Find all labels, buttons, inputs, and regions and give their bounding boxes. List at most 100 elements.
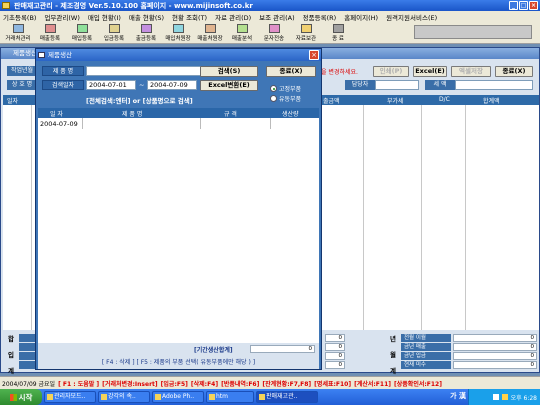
search-date-label: 검색일자 bbox=[42, 80, 84, 90]
manager-label: 담당자 bbox=[345, 80, 375, 90]
menu-status[interactable]: 현황 조회(T) bbox=[172, 12, 207, 22]
col-date: 일자 bbox=[7, 98, 19, 105]
dialog-table-body[interactable]: 2004-07-09 bbox=[38, 118, 319, 343]
taskbar-item[interactable]: Adobe Ph.. bbox=[152, 391, 204, 403]
taskbar-item[interactable]: 강각의 속.. bbox=[98, 391, 150, 403]
dialog-close-button[interactable]: 종료(X) bbox=[266, 66, 316, 77]
close-icon[interactable]: × bbox=[529, 1, 538, 10]
production-dialog: 제품생산 × 제 품 명 검색일자 2004-07-01 ~ 2004-07-0… bbox=[35, 48, 322, 370]
close-icon[interactable]: × bbox=[309, 50, 319, 60]
col-product: 제 품 명 bbox=[122, 111, 143, 118]
taskbar-item[interactable]: 관리자모드.. bbox=[44, 391, 96, 403]
date-to-input[interactable]: 2004-07-09 bbox=[147, 80, 197, 90]
excel-convert-button[interactable]: Excel변환(E) bbox=[200, 80, 258, 91]
toolbar-sms-button[interactable]: 문자전송 bbox=[258, 22, 290, 43]
period-total-value: 0 bbox=[250, 345, 315, 353]
summary-outstanding-value: 0 bbox=[453, 361, 537, 369]
ledger-icon bbox=[172, 24, 184, 33]
excel-button[interactable]: Excel(E) bbox=[413, 66, 447, 77]
summary-year-deposit-value: 0 bbox=[453, 352, 537, 360]
status-hotkey: [상품확인서:F12] bbox=[394, 380, 442, 388]
summary-year-deposit-label: 금년 입금 bbox=[401, 352, 451, 360]
summary-outstanding-label: 현재 미수 bbox=[401, 361, 451, 369]
menu-sales[interactable]: 매출 현황(S) bbox=[129, 12, 164, 22]
col-date: 일 자 bbox=[50, 111, 63, 118]
menu-aux[interactable]: 보조 관리(A) bbox=[259, 12, 295, 22]
taskbar-item[interactable]: htm bbox=[206, 391, 254, 403]
toolbar-sales-ledger-button[interactable]: 매출처원장 bbox=[194, 22, 226, 43]
col-quantity: 생산량 bbox=[282, 111, 299, 118]
radio-fixed-parts[interactable]: 고정부품 bbox=[270, 84, 301, 93]
col-total: 합계액 bbox=[483, 98, 500, 105]
maximize-button[interactable]: □ bbox=[519, 1, 528, 10]
app-title: 판매재고관리 - 제조경영 Ver.5.10.100 홈페이지 - www.mi… bbox=[14, 1, 253, 10]
search-button[interactable]: 검색(S) bbox=[200, 66, 258, 77]
menu-bar: 기초등록(B) 업무관리(W) 매입 현황(I) 매출 현황(S) 현황 조회(… bbox=[0, 11, 540, 22]
deposit-icon bbox=[108, 24, 120, 33]
status-hotkey: [명세표:F10] bbox=[314, 380, 352, 388]
clock: 오후 6:28 bbox=[510, 394, 537, 402]
withdraw-icon bbox=[140, 24, 152, 33]
menu-homepage[interactable]: 홈페이지(H) bbox=[344, 12, 378, 22]
company-name-label: 상 호 명 bbox=[7, 80, 37, 90]
col-vat: 부가세 bbox=[387, 98, 404, 105]
toolbar-sales-button[interactable]: 매출등록 bbox=[34, 22, 66, 43]
radio-checked-icon[interactable] bbox=[270, 85, 277, 92]
summary-prev-month-value: 0 bbox=[453, 334, 537, 342]
taskbar: 시작 관리자모드.. 강각의 속.. Adobe Ph.. htm 판매재고관.… bbox=[0, 389, 540, 405]
toolbar-withdraw-button[interactable]: 출금등록 bbox=[130, 22, 162, 43]
left-summary-value: 0 bbox=[325, 361, 345, 369]
toolbar-exit-button[interactable]: 종 료 bbox=[322, 22, 354, 43]
date-range-separator: ~ bbox=[139, 81, 145, 89]
col-withdraw: 출금액 bbox=[323, 98, 340, 105]
app-icon bbox=[2, 2, 10, 9]
menu-purchase[interactable]: 매입 현황(I) bbox=[88, 12, 121, 22]
toolbar-analysis-button[interactable]: 매출분석 bbox=[226, 22, 258, 43]
search-hint: [전체검색:엔터] or [상품명으로 검색] bbox=[86, 97, 193, 105]
product-name-label: 제 품 명 bbox=[42, 66, 84, 76]
toolbar-placeholder-panel bbox=[414, 25, 532, 39]
col-dc: D/C bbox=[439, 96, 450, 103]
start-button[interactable]: 시작 bbox=[0, 389, 42, 405]
windows-logo-icon bbox=[9, 393, 17, 401]
status-hotkey: [계산서:F11] bbox=[354, 380, 392, 388]
menu-basic[interactable]: 기초등록(B) bbox=[3, 12, 36, 22]
left-summary-value: 0 bbox=[325, 352, 345, 360]
tax-input[interactable] bbox=[455, 80, 533, 90]
radio-unchecked-icon[interactable] bbox=[270, 95, 277, 102]
manager-input[interactable] bbox=[375, 80, 419, 90]
purchase-icon bbox=[76, 24, 88, 33]
excel-save-button[interactable]: 엑셀저장 bbox=[451, 66, 491, 77]
status-hotkey: [거래처변경:Insert] bbox=[102, 380, 158, 388]
summary-year-sales-value: 0 bbox=[453, 343, 537, 351]
left-summary-value: 0 bbox=[325, 343, 345, 351]
menu-data[interactable]: 자료 관리(D) bbox=[215, 12, 251, 22]
tray-icon[interactable] bbox=[492, 394, 499, 400]
toolbar-purchase-button[interactable]: 매입등록 bbox=[66, 22, 98, 43]
exit-icon bbox=[332, 24, 344, 33]
ime-indicator[interactable]: 가 漢 bbox=[450, 391, 466, 401]
menu-register[interactable]: 정품등록(R) bbox=[303, 12, 337, 22]
date-from-input[interactable]: 2004-07-01 bbox=[86, 80, 136, 90]
toolbar-backup-button[interactable]: 자료보관 bbox=[290, 22, 322, 43]
background-close-button[interactable]: 종료(X) bbox=[495, 66, 533, 77]
col-spec: 규 격 bbox=[224, 111, 237, 118]
work-month-label: 작업년월 bbox=[7, 66, 37, 76]
toolbar-customer-button[interactable]: 거래처관리 bbox=[2, 22, 34, 43]
toolbar-purchase-ledger-button[interactable]: 매입처원장 bbox=[162, 22, 194, 43]
print-button[interactable]: 인쇄(P) bbox=[373, 66, 409, 77]
toolbar: 거래처관리 매출등록 매입등록 입금등록 출금등록 매입처원장 매출처원장 매출… bbox=[0, 22, 540, 44]
minimize-button[interactable]: _ bbox=[509, 1, 518, 10]
radio-variable-parts[interactable]: 유동부품 bbox=[270, 94, 301, 103]
tray-icon[interactable] bbox=[501, 394, 508, 400]
taskbar-item-active[interactable]: 판매재고관.. bbox=[256, 391, 318, 403]
sales-icon bbox=[44, 24, 56, 33]
menu-work[interactable]: 업무관리(W) bbox=[44, 12, 79, 22]
toolbar-deposit-button[interactable]: 입금등록 bbox=[98, 22, 130, 43]
summary-prev-month-label: 전월 이월 bbox=[401, 334, 451, 342]
table-row-date[interactable]: 2004-07-09 bbox=[40, 120, 78, 128]
status-hotkey: [입금:F5] bbox=[160, 380, 188, 388]
status-hotkey: [잔계현황:F7,F8] bbox=[262, 380, 312, 388]
summary-side-right: 년 월 계 bbox=[387, 333, 399, 375]
menu-remote[interactable]: 원격지원서비스(E) bbox=[386, 12, 437, 22]
